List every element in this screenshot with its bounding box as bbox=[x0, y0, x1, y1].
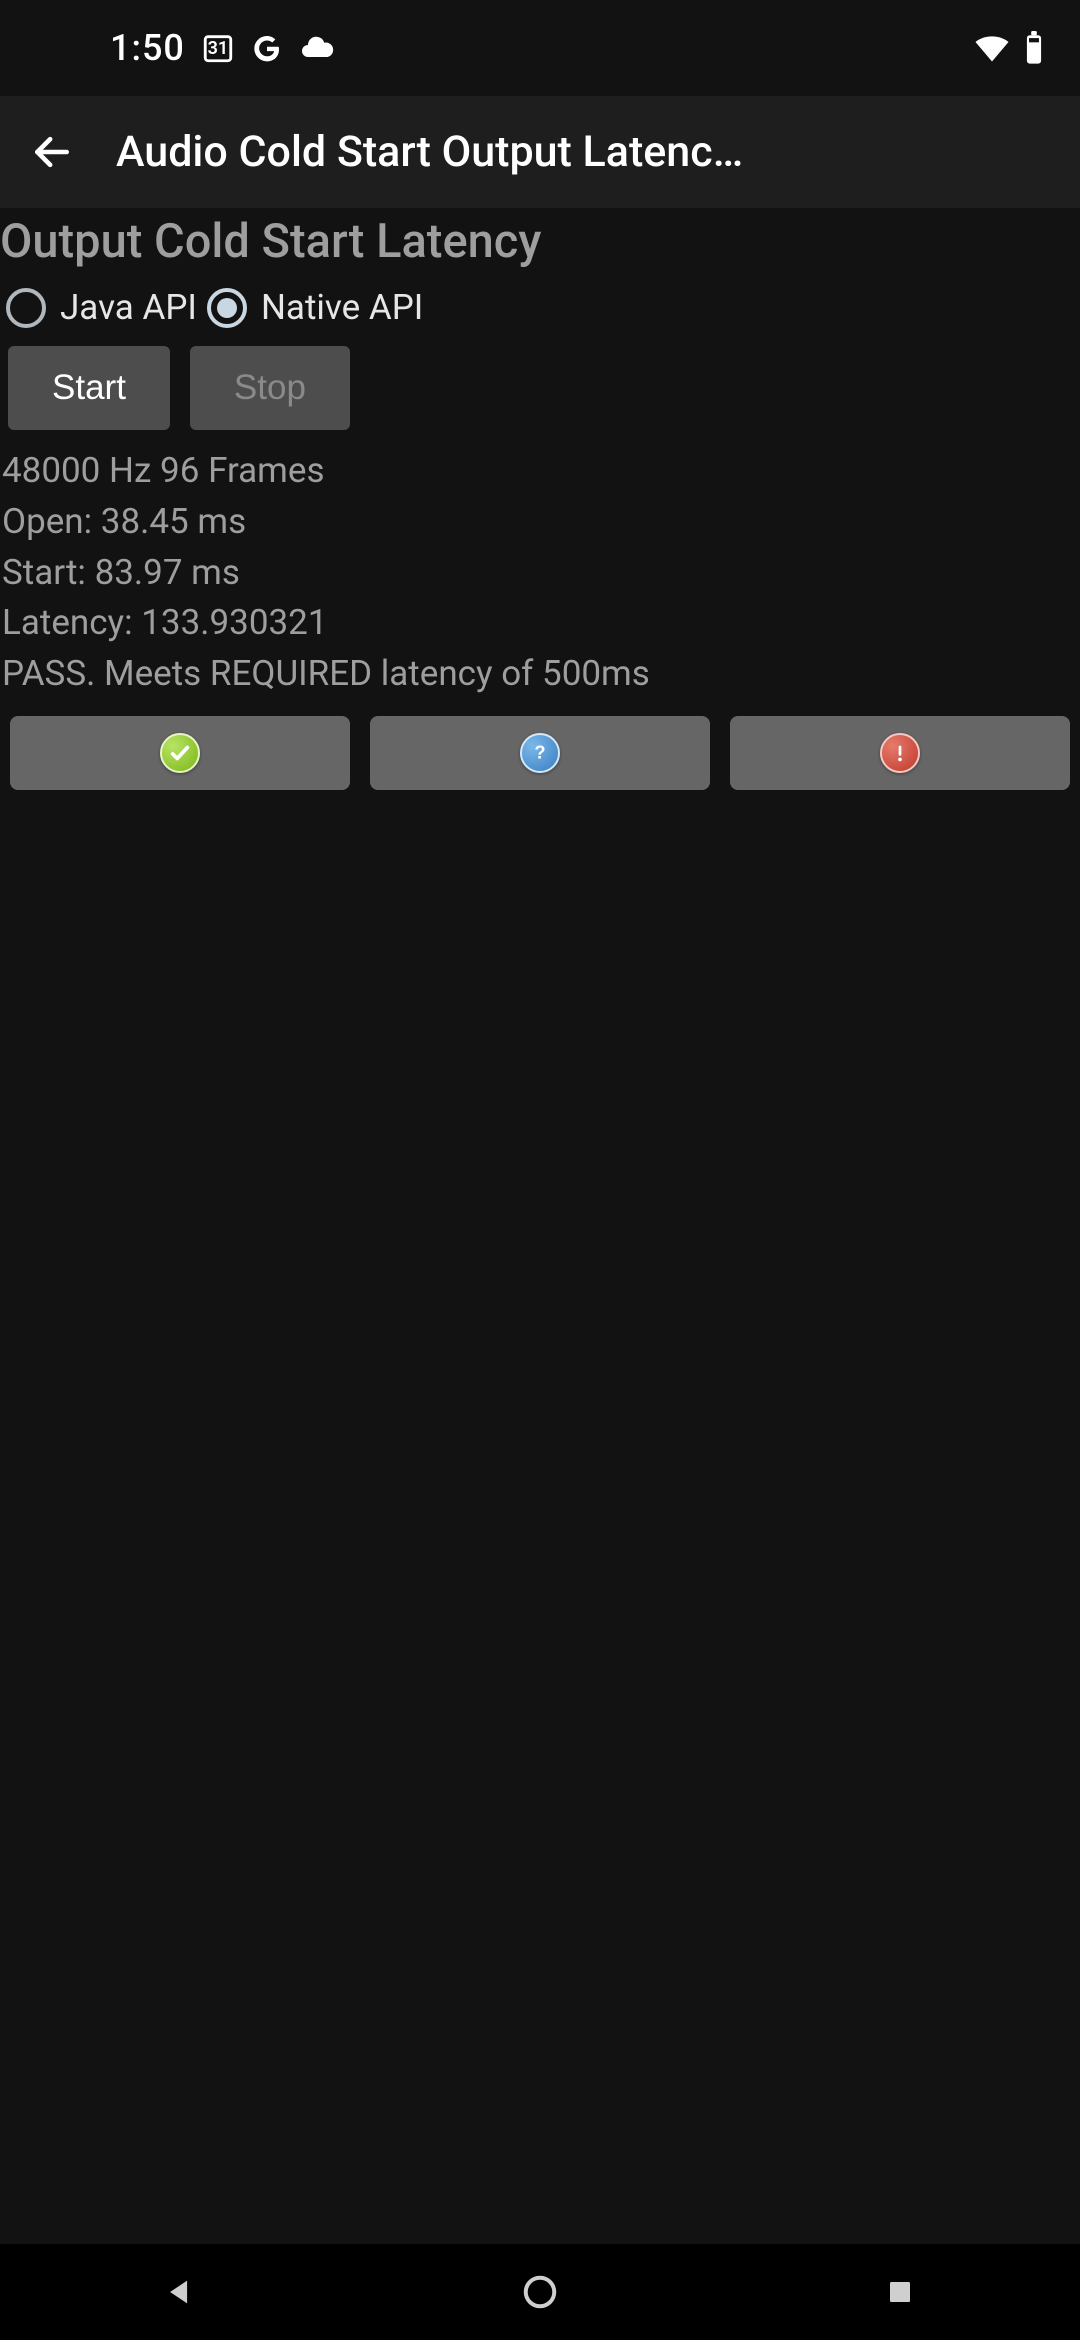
exclamation-icon bbox=[880, 733, 920, 773]
section-heading: Output Cold Start Latency bbox=[0, 208, 1080, 279]
circle-icon bbox=[521, 2273, 559, 2311]
triangle-left-icon bbox=[163, 2275, 197, 2309]
question-icon: ? bbox=[520, 733, 560, 773]
calendar-day: 31 bbox=[208, 38, 229, 59]
square-icon bbox=[885, 2277, 915, 2307]
nav-back-button[interactable] bbox=[120, 2262, 240, 2322]
arrow-left-icon bbox=[30, 130, 74, 174]
radio-icon bbox=[6, 288, 46, 328]
fail-button[interactable] bbox=[730, 716, 1070, 790]
result-action-row: ? bbox=[0, 716, 1080, 790]
stop-button[interactable]: Stop bbox=[190, 346, 350, 430]
navigation-bar bbox=[0, 2244, 1080, 2340]
status-right bbox=[974, 30, 1044, 66]
check-icon bbox=[160, 733, 200, 773]
back-button[interactable] bbox=[24, 124, 80, 180]
content: Output Cold Start Latency Java API Nativ… bbox=[0, 208, 1080, 790]
pass-button[interactable] bbox=[10, 716, 350, 790]
radio-label: Native API bbox=[261, 287, 423, 328]
page-title: Audio Cold Start Output Latenc… bbox=[116, 127, 1056, 177]
status-bar: 1:50 31 bbox=[0, 0, 1080, 96]
radio-icon bbox=[207, 288, 247, 328]
radio-native-api[interactable]: Native API bbox=[207, 287, 423, 328]
calendar-icon: 31 bbox=[201, 31, 235, 65]
start-button[interactable]: Start bbox=[8, 346, 170, 430]
radio-java-api[interactable]: Java API bbox=[6, 287, 197, 328]
google-icon bbox=[251, 32, 283, 64]
nav-recent-button[interactable] bbox=[840, 2262, 960, 2322]
wifi-icon bbox=[974, 30, 1010, 66]
radio-label: Java API bbox=[60, 287, 197, 328]
status-time: 1:50 bbox=[110, 27, 185, 69]
app-bar: Audio Cold Start Output Latenc… bbox=[0, 96, 1080, 208]
cloud-icon bbox=[299, 30, 335, 66]
result-text: 48000 Hz 96 Frames Open: 38.45 ms Start:… bbox=[0, 446, 1080, 716]
nav-home-button[interactable] bbox=[480, 2262, 600, 2322]
battery-icon bbox=[1024, 31, 1044, 65]
button-row: Start Stop bbox=[0, 346, 1080, 446]
svg-text:?: ? bbox=[534, 742, 545, 763]
info-button[interactable]: ? bbox=[370, 716, 710, 790]
api-radio-group: Java API Native API bbox=[0, 279, 1080, 346]
status-left: 1:50 31 bbox=[110, 27, 335, 69]
